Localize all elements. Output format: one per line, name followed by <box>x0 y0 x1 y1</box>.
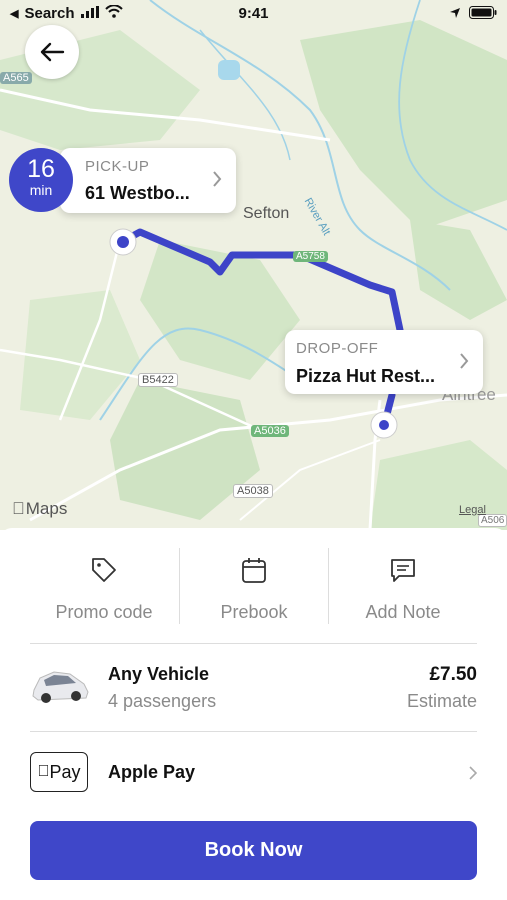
maps-attribution-label: Maps <box>13 499 68 518</box>
legal-link[interactable]: Legal <box>459 504 486 516</box>
vehicle-row[interactable]: Any Vehicle 4 passengers £7.50 Estimate <box>0 644 507 730</box>
tag-icon <box>29 548 179 592</box>
vehicle-passengers: 4 passengers <box>108 691 217 711</box>
map-label-sefton: Sefton <box>243 205 290 222</box>
eta-value: 16 <box>27 155 55 183</box>
maps-attribution:  Maps <box>12 499 67 519</box>
payment-method-title: Apple Pay <box>108 762 196 782</box>
prebook-label: Prebook <box>220 602 288 622</box>
chevron-right-icon <box>460 353 469 369</box>
price-estimate-label: Estimate <box>406 691 477 711</box>
battery-icon <box>469 6 497 23</box>
road-label-a565: A565 <box>0 72 32 84</box>
dropoff-address: Pizza Hut Rest... <box>296 366 436 386</box>
eta-unit: min <box>29 182 53 198</box>
road-label-b5422: B5422 <box>138 373 178 387</box>
price-value: £7.50 <box>429 664 477 685</box>
apple-pay-badge-label: Pay <box>43 761 80 782</box>
status-bar: ◀ Search 9:41 <box>0 0 507 28</box>
road-label-a5036: A5036 <box>251 425 289 437</box>
dropoff-callout[interactable]: DROP-OFF Pizza Hut Rest... <box>285 330 483 394</box>
road-label-a5038: A5038 <box>233 484 273 498</box>
note-icon <box>328 548 478 592</box>
dropoff-label: DROP-OFF <box>296 340 379 357</box>
status-time: 9:41 <box>238 5 269 22</box>
pickup-label: PICK-UP <box>85 158 150 175</box>
prebook-button[interactable]: Prebook <box>179 548 329 623</box>
arrow-left-icon <box>40 42 65 62</box>
add-note-label: Add Note <box>365 602 441 622</box>
location-arrow-icon <box>449 6 461 23</box>
apple-pay-badge: Pay <box>30 752 88 792</box>
map-canvas <box>0 0 507 530</box>
back-button[interactable] <box>25 25 79 79</box>
vehicle-title: Any Vehicle <box>108 664 210 684</box>
calendar-icon <box>179 548 329 592</box>
payment-row[interactable]: Pay Apple Pay <box>0 732 507 812</box>
map-view[interactable]: A565 A5758 B5422 A5036 A5038 A506 Sefton… <box>0 0 507 530</box>
status-right <box>449 6 497 23</box>
chevron-right-icon <box>469 766 477 780</box>
book-now-button[interactable]: Book Now <box>30 821 477 880</box>
chevron-right-icon <box>213 171 222 187</box>
eta-badge: 16 min <box>9 148 73 212</box>
promo-code-label: Promo code <box>55 602 153 622</box>
booking-sheet: Promo code Prebook Add Note Any Vehicle … <box>0 528 507 900</box>
add-note-button[interactable]: Add Note <box>328 548 478 623</box>
promo-code-button[interactable]: Promo code <box>29 548 179 623</box>
road-label-a5758: A5758 <box>293 251 328 262</box>
car-icon <box>32 671 89 703</box>
apple-logo-icon:  <box>37 763 49 781</box>
pickup-callout[interactable]: PICK-UP 61 Westbo... <box>60 148 236 213</box>
pickup-address: 61 Westbo... <box>85 183 190 203</box>
apple-logo-icon:  <box>12 499 25 519</box>
